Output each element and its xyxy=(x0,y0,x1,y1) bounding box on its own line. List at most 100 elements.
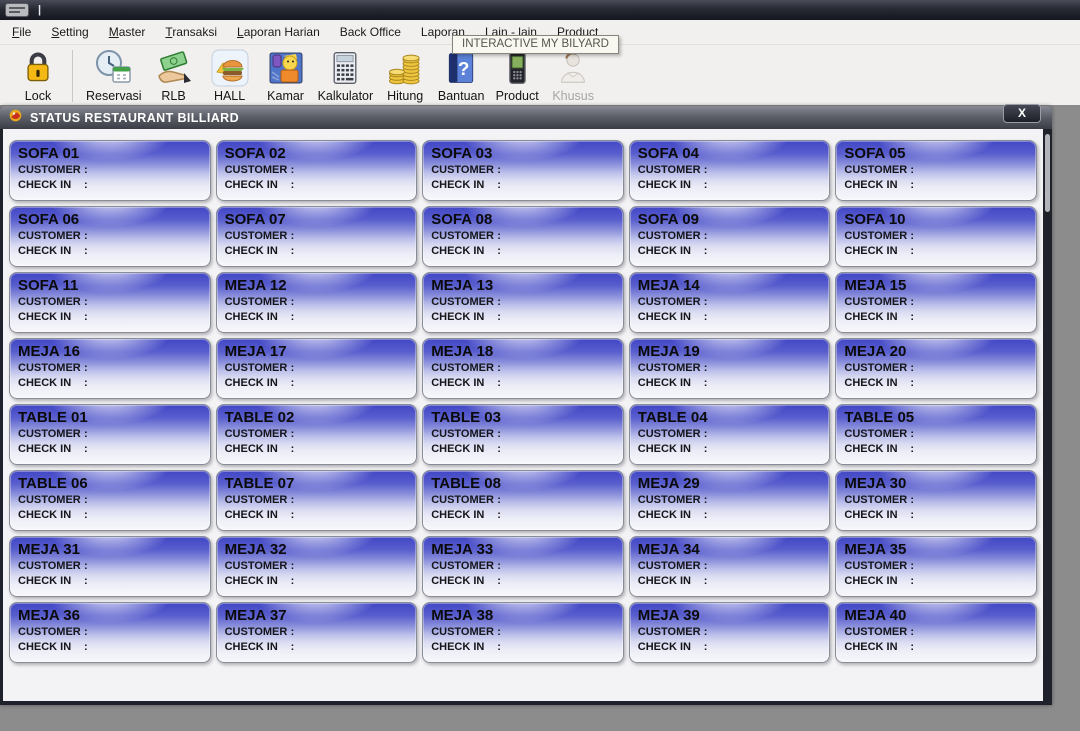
toolbar-button-product[interactable]: Product xyxy=(489,48,545,103)
toolbar-button-label: HALL xyxy=(214,89,245,103)
checkin-row: CHECK IN: xyxy=(844,640,1028,655)
table-card[interactable]: SOFA 02CUSTOMER:CHECK IN: xyxy=(216,140,418,201)
table-card[interactable]: TABLE 01CUSTOMER:CHECK IN: xyxy=(9,404,211,465)
customer-label: CUSTOMER xyxy=(18,493,84,508)
table-card[interactable]: MEJA 14CUSTOMER:CHECK IN: xyxy=(629,272,831,333)
table-card[interactable]: SOFA 01CUSTOMER:CHECK IN: xyxy=(9,140,211,201)
toolbar-button-hitung[interactable]: Hitung xyxy=(377,48,433,103)
menu-item-setting[interactable]: Setting xyxy=(41,21,98,43)
checkin-row: CHECK IN: xyxy=(638,376,822,391)
toolbar-button-bantuan[interactable]: ?Bantuan xyxy=(433,48,489,103)
table-card[interactable]: SOFA 05CUSTOMER:CHECK IN: xyxy=(835,140,1037,201)
table-card[interactable]: MEJA 38CUSTOMER:CHECK IN: xyxy=(422,602,624,663)
window-edge-scrollbar[interactable] xyxy=(1045,134,1050,212)
menu-item-file[interactable]: File xyxy=(2,21,41,43)
checkin-value xyxy=(507,244,615,259)
toolbar-button-lock[interactable]: Lock xyxy=(10,48,66,103)
table-card[interactable]: TABLE 07CUSTOMER:CHECK IN: xyxy=(216,470,418,531)
help-icon: ? xyxy=(441,48,481,88)
checkin-colon: : xyxy=(291,376,301,391)
customer-colon: : xyxy=(704,361,714,376)
table-card[interactable]: MEJA 12CUSTOMER:CHECK IN: xyxy=(216,272,418,333)
table-card[interactable]: MEJA 36CUSTOMER:CHECK IN: xyxy=(9,602,211,663)
customer-colon: : xyxy=(704,559,714,574)
table-card[interactable]: SOFA 07CUSTOMER:CHECK IN: xyxy=(216,206,418,267)
customer-value xyxy=(714,625,822,640)
table-name: SOFA 10 xyxy=(844,210,1028,229)
toolbar-button-rlb[interactable]: RLB xyxy=(146,48,202,103)
table-card[interactable]: TABLE 08CUSTOMER:CHECK IN: xyxy=(422,470,624,531)
table-card[interactable]: MEJA 39CUSTOMER:CHECK IN: xyxy=(629,602,831,663)
checkin-value xyxy=(507,574,615,589)
table-card[interactable]: TABLE 02CUSTOMER:CHECK IN: xyxy=(216,404,418,465)
checkin-label: CHECK IN xyxy=(431,310,497,325)
checkin-label: CHECK IN xyxy=(638,244,704,259)
checkin-row: CHECK IN: xyxy=(638,442,822,457)
checkin-value xyxy=(920,376,1028,391)
table-card[interactable]: TABLE 05CUSTOMER:CHECK IN: xyxy=(835,404,1037,465)
table-card[interactable]: MEJA 40CUSTOMER:CHECK IN: xyxy=(835,602,1037,663)
customer-value xyxy=(920,493,1028,508)
checkin-label: CHECK IN xyxy=(844,178,910,193)
customer-value xyxy=(507,163,615,178)
table-name: MEJA 17 xyxy=(225,342,409,361)
table-card[interactable]: MEJA 13CUSTOMER:CHECK IN: xyxy=(422,272,624,333)
toolbar-button-reservasi[interactable]: Reservasi xyxy=(82,48,146,103)
checkin-value xyxy=(301,244,409,259)
menu-item-laporan-harian[interactable]: Laporan Harian xyxy=(227,21,330,43)
table-card[interactable]: MEJA 18CUSTOMER:CHECK IN: xyxy=(422,338,624,399)
table-card[interactable]: TABLE 06CUSTOMER:CHECK IN: xyxy=(9,470,211,531)
close-button[interactable]: X xyxy=(1003,104,1041,123)
table-card[interactable]: SOFA 09CUSTOMER:CHECK IN: xyxy=(629,206,831,267)
table-card[interactable]: MEJA 19CUSTOMER:CHECK IN: xyxy=(629,338,831,399)
table-card[interactable]: MEJA 37CUSTOMER:CHECK IN: xyxy=(216,602,418,663)
customer-label: CUSTOMER xyxy=(431,163,497,178)
menu-item-back-office[interactable]: Back Office xyxy=(330,21,411,43)
table-card[interactable]: MEJA 16CUSTOMER:CHECK IN: xyxy=(9,338,211,399)
customer-row: CUSTOMER: xyxy=(18,229,202,244)
table-card[interactable]: MEJA 34CUSTOMER:CHECK IN: xyxy=(629,536,831,597)
checkin-colon: : xyxy=(291,640,301,655)
customer-label: CUSTOMER xyxy=(18,559,84,574)
table-card[interactable]: MEJA 17CUSTOMER:CHECK IN: xyxy=(216,338,418,399)
toolbar-button-hall[interactable]: HALL xyxy=(202,48,258,103)
checkin-value xyxy=(920,640,1028,655)
toolbar-button-label: Khusus xyxy=(552,89,594,103)
table-card[interactable]: MEJA 29CUSTOMER:CHECK IN: xyxy=(629,470,831,531)
checkin-colon: : xyxy=(84,244,94,259)
menu-item-transaksi[interactable]: Transaksi xyxy=(155,21,227,43)
checkin-row: CHECK IN: xyxy=(18,376,202,391)
table-card[interactable]: SOFA 08CUSTOMER:CHECK IN: xyxy=(422,206,624,267)
table-card[interactable]: SOFA 10CUSTOMER:CHECK IN: xyxy=(835,206,1037,267)
customer-row: CUSTOMER: xyxy=(844,229,1028,244)
app-window-icon[interactable] xyxy=(5,3,29,17)
table-card[interactable]: MEJA 35CUSTOMER:CHECK IN: xyxy=(835,536,1037,597)
customer-colon: : xyxy=(704,295,714,310)
customer-row: CUSTOMER: xyxy=(431,559,615,574)
checkin-colon: : xyxy=(497,508,507,523)
table-card[interactable]: SOFA 06CUSTOMER:CHECK IN: xyxy=(9,206,211,267)
menu-item-master[interactable]: Master xyxy=(99,21,156,43)
checkin-label: CHECK IN xyxy=(225,574,291,589)
table-card[interactable]: MEJA 20CUSTOMER:CHECK IN: xyxy=(835,338,1037,399)
table-card[interactable]: MEJA 33CUSTOMER:CHECK IN: xyxy=(422,536,624,597)
customer-value xyxy=(94,295,202,310)
table-card[interactable]: MEJA 32CUSTOMER:CHECK IN: xyxy=(216,536,418,597)
checkin-value xyxy=(94,244,202,259)
toolbar-button-kalkulator[interactable]: Kalkulator xyxy=(314,48,378,103)
table-card[interactable]: MEJA 30CUSTOMER:CHECK IN: xyxy=(835,470,1037,531)
table-name: MEJA 38 xyxy=(431,606,615,625)
table-card[interactable]: TABLE 04CUSTOMER:CHECK IN: xyxy=(629,404,831,465)
checkin-colon: : xyxy=(910,508,920,523)
toolbar-button-kamar[interactable]: Kamar xyxy=(258,48,314,103)
table-card[interactable]: MEJA 31CUSTOMER:CHECK IN: xyxy=(9,536,211,597)
table-card[interactable]: SOFA 04CUSTOMER:CHECK IN: xyxy=(629,140,831,201)
customer-row: CUSTOMER: xyxy=(18,361,202,376)
table-card[interactable]: TABLE 03CUSTOMER:CHECK IN: xyxy=(422,404,624,465)
table-card[interactable]: SOFA 11CUSTOMER:CHECK IN: xyxy=(9,272,211,333)
table-card[interactable]: SOFA 03CUSTOMER:CHECK IN: xyxy=(422,140,624,201)
table-card[interactable]: MEJA 15CUSTOMER:CHECK IN: xyxy=(835,272,1037,333)
checkin-row: CHECK IN: xyxy=(18,442,202,457)
table-name: MEJA 32 xyxy=(225,540,409,559)
customer-label: CUSTOMER xyxy=(638,163,704,178)
